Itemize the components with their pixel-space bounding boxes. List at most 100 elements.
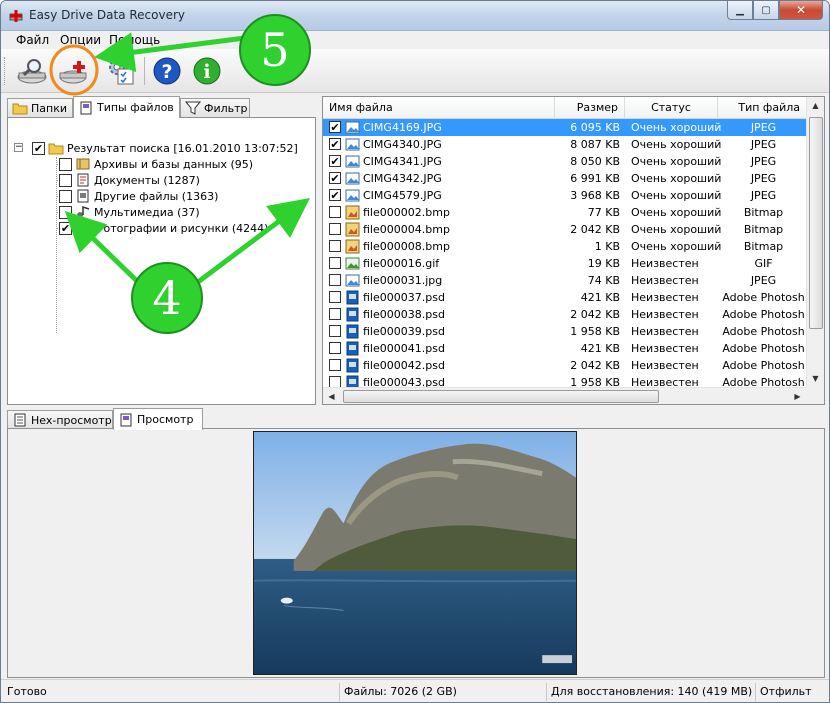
file-row-checkbox[interactable] [329,359,341,371]
tree-root[interactable]: ✔ Результат поиска [16.01.2010 13:07:52] [32,140,298,156]
scroll-left-arrow[interactable]: ◀ [323,388,340,404]
column-status[interactable]: Статус [625,97,718,119]
file-name: file000002.bmp [363,206,450,219]
file-row-checkbox[interactable] [329,223,341,235]
file-row[interactable]: ✔ CIMG4169.JPG 6 095 KB Очень хороший JPEG [323,119,806,136]
file-row[interactable]: file000016.gif 19 KB Неизвестен GIF [323,255,806,272]
tree-item-checkbox[interactable] [59,205,72,219]
column-size[interactable]: Размер [555,97,625,119]
file-name: CIMG4341.JPG [363,155,442,168]
vertical-scrollbar[interactable]: ▲ ▼ [806,97,824,387]
psd-file-icon [346,358,359,373]
jpg-file-icon [345,121,360,134]
toolbar-grip [4,57,7,85]
title-bar[interactable]: Easy Drive Data Recovery ▁ ▢ ✕ [1,1,829,31]
file-row-checkbox[interactable] [329,240,341,252]
horizontal-scrollbar[interactable]: ◀ ▶ [323,387,806,404]
file-size: 74 KB [587,274,620,287]
tree-item[interactable]: Архивы и базы данных (95) [59,156,253,172]
file-size: 19 KB [587,257,620,270]
file-row[interactable]: file000004.bmp 2 042 KB Очень хороший Bitma… [323,221,806,238]
file-row[interactable]: file000038.psd 2 042 KB Неизвестен Adobe Ph… [323,306,806,323]
file-type: JPEG [750,155,777,168]
tab-filter[interactable]: Фильтр [180,98,250,117]
tree-root-checkbox[interactable]: ✔ [32,141,45,155]
tab-preview[interactable]: Просмотр [113,408,203,430]
file-row[interactable]: ✔ CIMG4340.JPG 8 087 KB Очень хороший JPEG [323,136,806,153]
file-row[interactable]: file000002.bmp 77 KB Очень хороший Bitmap [323,204,806,221]
menu-file[interactable]: Файл [16,33,49,47]
file-name: file000041.psd [363,342,445,355]
file-row[interactable]: ✔ CIMG4579.JPG 3 968 KB Очень хороший JPEG [323,187,806,204]
file-row[interactable]: file000031.jpg 74 KB Неизвестен JPEG [323,272,806,289]
file-size: 421 KB [580,342,620,355]
file-status: Очень хороший [631,189,722,202]
scroll-up-arrow[interactable]: ▲ [807,97,824,114]
file-row-checkbox[interactable] [329,257,341,269]
info-icon[interactable]: i [190,55,224,87]
file-row-checkbox[interactable]: ✔ [329,172,341,184]
file-size: 2 042 KB [570,308,620,321]
tree-item-checkbox[interactable]: ✔ [59,221,72,235]
minimize-button[interactable]: ▁ [727,1,753,20]
file-row-checkbox[interactable]: ✔ [329,189,341,201]
tab-folders[interactable]: Папки [7,98,73,117]
tree-item-checkbox[interactable] [59,157,72,171]
recover-drive-icon[interactable] [57,55,91,87]
file-status: Неизвестен [631,308,699,321]
jpg-file-icon [345,172,360,185]
tab-hex-view[interactable]: Hex-просмотр [7,410,113,429]
file-status: Очень хороший [631,223,722,236]
file-row-checkbox[interactable] [329,342,341,354]
file-row-checkbox[interactable] [329,206,341,218]
close-button[interactable]: ✕ [779,1,823,20]
scroll-corner [806,387,824,404]
file-type: Adobe Photosh [722,325,805,338]
file-type: Adobe Photosh [722,359,805,372]
psd-file-icon [346,290,359,305]
horizontal-scroll-thumb[interactable] [343,390,659,403]
help-icon[interactable]: ? [150,55,184,87]
scroll-right-arrow[interactable]: ▶ [789,388,806,404]
menu-help[interactable]: Помощь [109,33,160,47]
tree-item[interactable]: Другие файлы (1363) [59,188,218,204]
tree-item[interactable]: Мультимедиа (37) [59,204,200,220]
file-row-checkbox[interactable]: ✔ [329,155,341,167]
tree-item[interactable]: Документы (1287) [59,172,200,188]
file-name: file000004.bmp [363,223,450,236]
tree-item-checkbox[interactable] [59,189,72,203]
tree-collapse-toggle[interactable]: − [14,143,23,152]
file-row[interactable]: ✔ CIMG4341.JPG 8 050 KB Очень хороший JPEG [323,153,806,170]
file-name: CIMG4340.JPG [363,138,442,151]
file-type: JPEG [750,121,777,134]
file-status: Неизвестен [631,274,699,287]
settings-icon[interactable] [104,55,138,87]
file-row-checkbox[interactable] [329,274,341,286]
file-row[interactable]: file000039.psd 1 958 KB Неизвестен Adobe Ph… [323,323,806,340]
column-type[interactable]: Тип файла [718,97,806,119]
file-row[interactable]: ✔ CIMG4342.JPG 6 991 KB Очень хороший JPEG [323,170,806,187]
file-row[interactable]: file000037.psd 421 KB Неизвестен Adobe Phot… [323,289,806,306]
file-status: Очень хороший [631,155,722,168]
column-name[interactable]: Имя файла [323,97,555,119]
maximize-button[interactable]: ▢ [753,1,779,20]
tree-item-checkbox[interactable] [59,173,72,187]
file-row-checkbox[interactable] [329,291,341,303]
file-row[interactable]: file000041.psd 421 KB Неизвестен Adobe Phot… [323,340,806,357]
vertical-scroll-thumb[interactable] [809,117,823,329]
file-type: GIF [754,257,773,270]
file-row-checkbox[interactable]: ✔ [329,121,341,133]
folder-icon [12,103,28,115]
menu-options[interactable]: Опции [60,33,101,47]
file-row-checkbox[interactable] [329,308,341,320]
file-row-checkbox[interactable]: ✔ [329,138,341,150]
scroll-down-arrow[interactable]: ▼ [807,370,824,387]
tab-file-types[interactable]: Типы файлов [73,96,180,118]
tree-item[interactable]: ✔ Фотографии и рисунки (4244) [59,220,268,236]
file-row[interactable]: file000042.psd 2 042 KB Неизвестен Adobe Ph… [323,357,806,374]
status-bar: Готово Файлы: 7026 (2 GB) Для восстановл… [1,679,829,702]
other-files-icon [77,189,89,203]
scan-drive-icon[interactable] [15,55,49,87]
file-row[interactable]: file000008.bmp 1 KB Очень хороший Bitmap [323,238,806,255]
file-row-checkbox[interactable] [329,325,341,337]
